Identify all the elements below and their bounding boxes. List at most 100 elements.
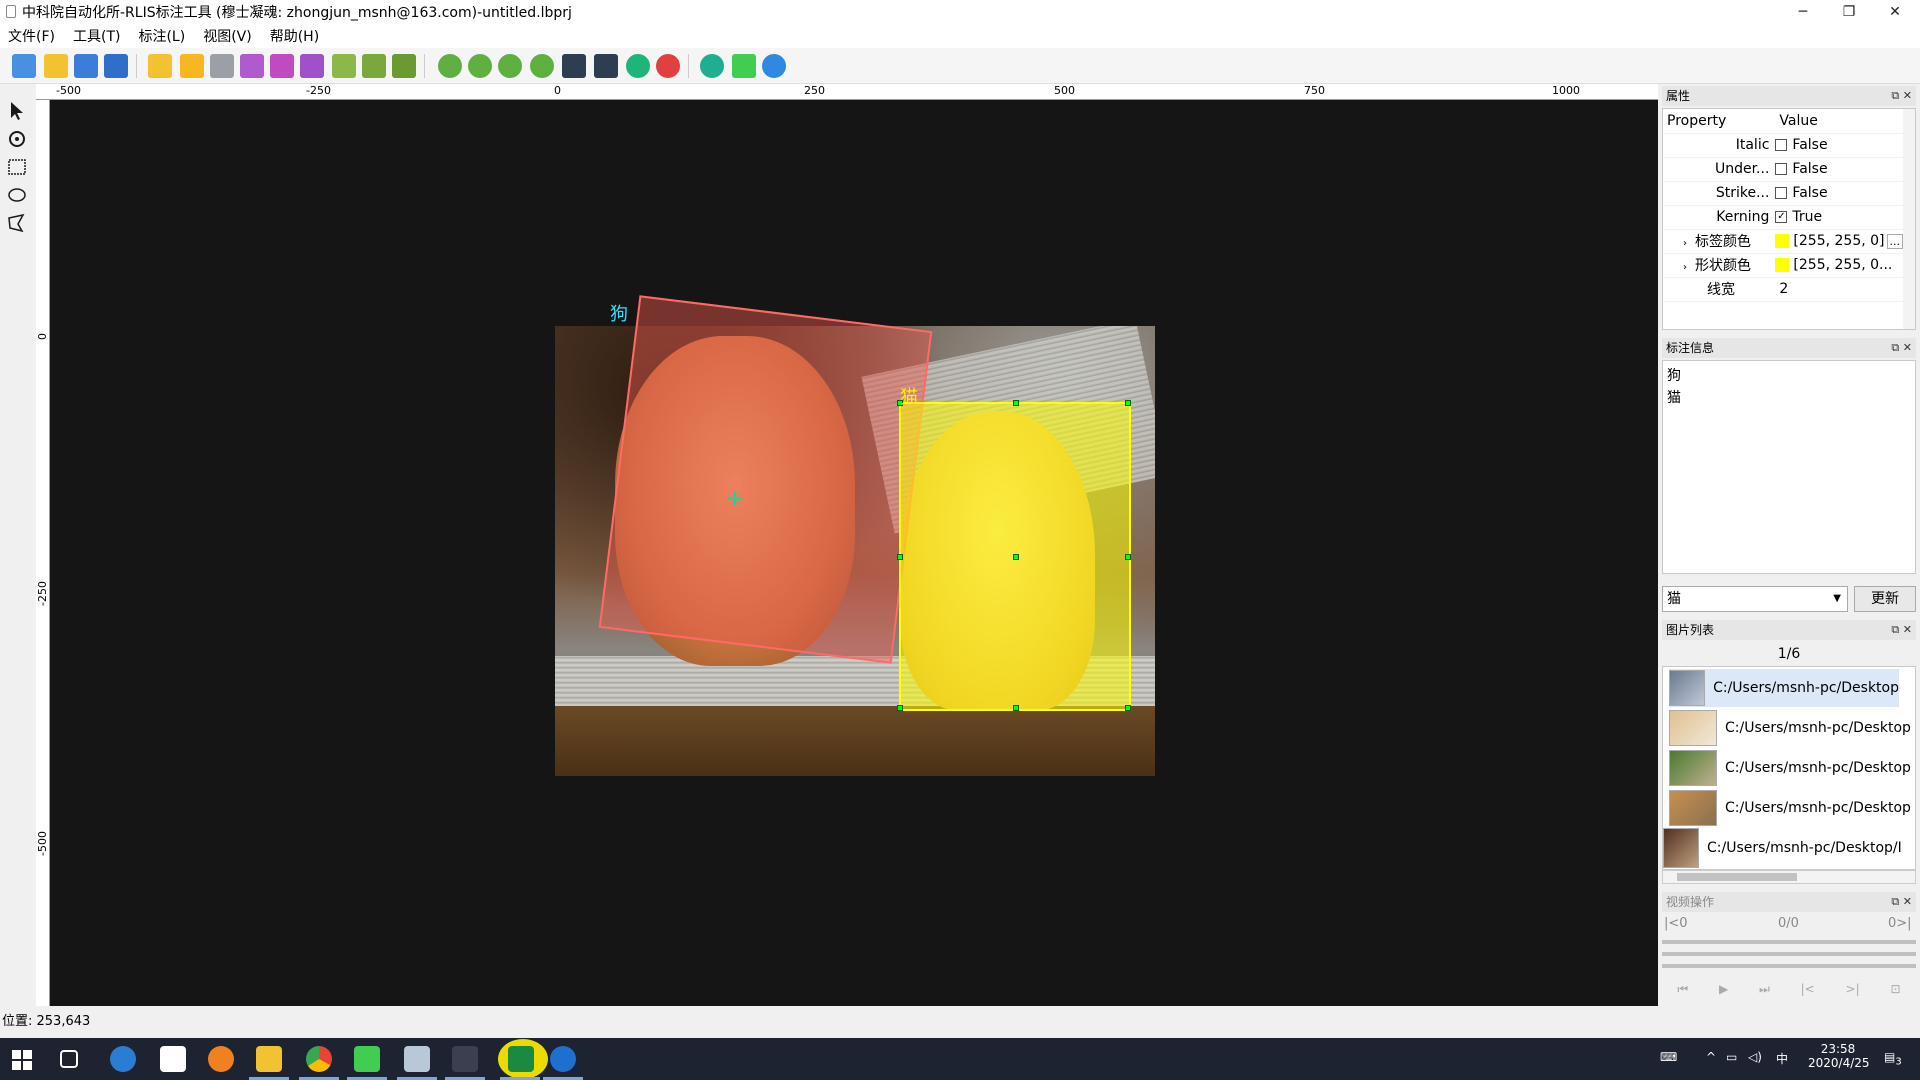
menu-file[interactable]: 文件(F)	[8, 26, 55, 46]
cut-icon[interactable]	[362, 54, 386, 78]
checkbox-checked[interactable]: ✓	[1775, 211, 1788, 223]
open-file-icon[interactable]	[44, 54, 68, 78]
prop-value-label-color[interactable]: [255, 255, 0]...	[1775, 229, 1903, 254]
prop-value-underline[interactable]: False	[1775, 157, 1903, 182]
add-layer-icon[interactable]	[240, 54, 264, 78]
image-list-item[interactable]: C:/Users/msnh-pc/Desktop	[1669, 669, 1899, 707]
export-video-icon[interactable]: ⊡	[1890, 982, 1900, 1002]
open-folder-icon[interactable]	[148, 54, 172, 78]
info-icon[interactable]	[762, 54, 786, 78]
expand-arrow-icon[interactable]: ›	[1683, 238, 1687, 249]
menu-help[interactable]: 帮助(H)	[270, 26, 319, 46]
clock[interactable]: 23:58 2020/4/25	[1808, 1042, 1870, 1070]
minimize-button[interactable]: ─	[1780, 0, 1826, 24]
polygon-icon[interactable]	[6, 212, 28, 234]
video-end-slider[interactable]	[1662, 964, 1916, 968]
zoom-1to1-icon[interactable]	[530, 54, 554, 78]
image-list-item[interactable]: C:/Users/msnh-pc/Desktop	[1669, 789, 1911, 827]
menu-annotate[interactable]: 标注(L)	[138, 26, 185, 46]
last-frame-icon[interactable]: ⏭	[1759, 982, 1770, 1002]
play-video-icon[interactable]: ▶	[1719, 982, 1728, 1002]
resize-handle[interactable]	[1013, 554, 1019, 560]
properties-scrollbar[interactable]	[1903, 109, 1915, 329]
annotation-list-item[interactable]: 狗	[1667, 365, 1911, 387]
label-select[interactable]: 猫 ▼	[1662, 586, 1848, 612]
checkbox[interactable]	[1775, 139, 1788, 151]
ime-indicator[interactable]: 中	[1776, 1050, 1788, 1067]
resize-handle[interactable]	[1013, 705, 1019, 711]
teamviewer-icon[interactable]	[550, 1046, 576, 1072]
menu-view[interactable]: 视图(V)	[203, 26, 252, 46]
video-slider[interactable]	[1662, 940, 1916, 944]
explorer-icon[interactable]	[256, 1046, 282, 1072]
chrome-icon[interactable]	[306, 1046, 332, 1072]
copy-icon[interactable]	[332, 54, 356, 78]
ellipse-icon[interactable]	[6, 184, 28, 206]
checkbox[interactable]	[1775, 187, 1788, 199]
annotation-list-item[interactable]: 猫	[1667, 387, 1911, 409]
scroll-thumb[interactable]	[1677, 873, 1797, 881]
panel-float-close-icons[interactable]: ⧉ ✕	[1891, 338, 1912, 358]
prop-value-strike[interactable]: False	[1775, 181, 1903, 206]
delete-layer-icon[interactable]	[270, 54, 294, 78]
annotation-box-dog[interactable]	[598, 295, 933, 664]
annotation-canvas[interactable]: 狗 猫 ✛	[50, 100, 1658, 1006]
task-view-icon[interactable]	[60, 1050, 78, 1068]
image-list-hscrollbar[interactable]	[1662, 870, 1916, 884]
rectangle-icon[interactable]	[6, 156, 28, 178]
menu-tools[interactable]: 工具(T)	[73, 26, 120, 46]
resize-handle[interactable]	[1125, 400, 1131, 406]
settings-icon[interactable]	[700, 54, 724, 78]
prop-value-shape-color[interactable]: [255, 255, 0...	[1775, 253, 1903, 278]
resize-handle[interactable]	[1125, 554, 1131, 560]
notification-icon[interactable]: ▤3	[1884, 1050, 1902, 1067]
next-frame-icon[interactable]: >|	[1846, 982, 1860, 1002]
app-icon[interactable]	[452, 1046, 478, 1072]
export-icon[interactable]	[210, 54, 234, 78]
paste-icon[interactable]	[392, 54, 416, 78]
image-list-item[interactable]: C:/Users/msnh-pc/Desktop/I	[1663, 828, 1902, 868]
panel-float-close-icons[interactable]: ⧉ ✕	[1891, 892, 1912, 912]
first-frame-icon[interactable]: ⏮	[1677, 982, 1688, 1002]
expand-arrow-icon[interactable]: ›	[1683, 262, 1687, 273]
prop-value-kerning[interactable]: ✓ True	[1775, 205, 1903, 230]
image-list-item[interactable]: C:/Users/msnh-pc/Desktop	[1669, 749, 1911, 787]
play-icon[interactable]	[626, 54, 650, 78]
prop-name-label-color[interactable]: › 标签颜色	[1663, 229, 1776, 254]
tray-overflow-icon[interactable]: ^	[1706, 1050, 1716, 1064]
color-picker-button[interactable]: ...	[1886, 234, 1903, 249]
skip-forward-icon[interactable]	[594, 54, 618, 78]
save-icon[interactable]	[74, 54, 98, 78]
prop-value-italic[interactable]: False	[1775, 133, 1903, 158]
new-file-icon[interactable]	[12, 54, 36, 78]
zoom-out-icon[interactable]	[468, 54, 492, 78]
keyboard-icon[interactable]: ⌨	[1660, 1050, 1677, 1064]
volume-icon[interactable]: ◁)	[1748, 1050, 1762, 1064]
add-folder-icon[interactable]	[180, 54, 204, 78]
notepad-icon[interactable]	[404, 1046, 430, 1072]
save-as-icon[interactable]	[104, 54, 128, 78]
zoom-in-icon[interactable]	[438, 54, 462, 78]
skip-back-icon[interactable]	[562, 54, 586, 78]
resize-handle[interactable]	[897, 705, 903, 711]
search-app-icon[interactable]	[208, 1046, 234, 1072]
store-icon[interactable]	[160, 1046, 186, 1072]
panel-float-close-icons[interactable]: ⧉ ✕	[1891, 620, 1912, 640]
restore-button[interactable]: ❐	[1826, 0, 1872, 24]
prop-value-line-width[interactable]: 2	[1775, 277, 1903, 302]
resize-handle[interactable]	[1125, 705, 1131, 711]
edge-icon[interactable]	[110, 1046, 136, 1072]
image-list-item[interactable]: C:/Users/msnh-pc/Desktop	[1669, 709, 1911, 747]
checkbox[interactable]	[1775, 163, 1788, 175]
pointer-icon[interactable]	[6, 100, 28, 122]
layers-icon[interactable]	[300, 54, 324, 78]
qt-creator-icon[interactable]	[354, 1046, 380, 1072]
prop-name-shape-color[interactable]: › 形状颜色	[1663, 253, 1776, 278]
start-icon[interactable]	[12, 1050, 32, 1070]
rlis-icon[interactable]	[508, 1046, 534, 1072]
stop-icon[interactable]	[656, 54, 680, 78]
panel-float-close-icons[interactable]: ⧉ ✕	[1891, 86, 1912, 106]
zoom-fit-icon[interactable]	[498, 54, 522, 78]
resize-handle[interactable]	[1013, 400, 1019, 406]
qt-icon[interactable]	[732, 54, 756, 78]
